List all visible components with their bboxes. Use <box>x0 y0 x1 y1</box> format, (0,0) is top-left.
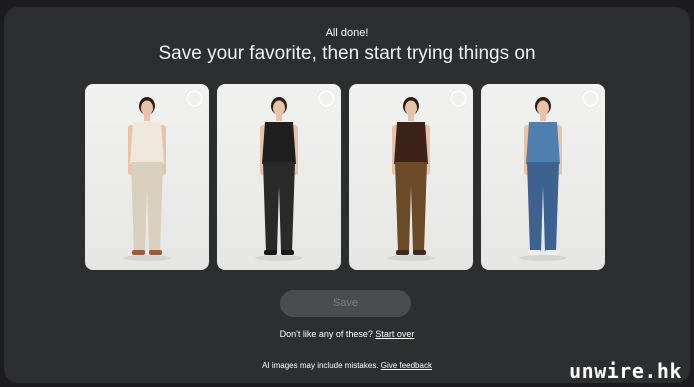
outfit-card-4[interactable] <box>481 84 605 270</box>
outfit-card-3[interactable] <box>349 84 473 270</box>
watermark-logo: unwire.hk <box>569 359 682 383</box>
start-over-link[interactable]: Start over <box>375 329 414 339</box>
select-radio-3[interactable] <box>450 90 467 107</box>
outfit-image-2 <box>255 97 303 261</box>
outfit-grid <box>85 84 605 270</box>
status-text: All done! <box>325 27 369 39</box>
outfit-image-1 <box>123 97 171 261</box>
give-feedback-link[interactable]: Give feedback <box>381 361 432 370</box>
start-over-prompt: Don't like any of these? Start over <box>0 329 694 339</box>
save-button[interactable]: Save <box>280 290 411 317</box>
select-radio-1[interactable] <box>186 90 203 107</box>
outfit-card-2[interactable] <box>217 84 341 270</box>
select-radio-2[interactable] <box>318 90 335 107</box>
start-over-text: Don't like any of these? <box>279 329 373 339</box>
outfit-image-3 <box>387 97 435 261</box>
page-title: Save your favorite, then start trying th… <box>158 43 536 64</box>
disclaimer-text: AI images may include mistakes. <box>262 361 379 370</box>
outfit-image-4 <box>519 97 567 261</box>
outfit-card-1[interactable] <box>85 84 209 270</box>
select-radio-4[interactable] <box>582 90 599 107</box>
